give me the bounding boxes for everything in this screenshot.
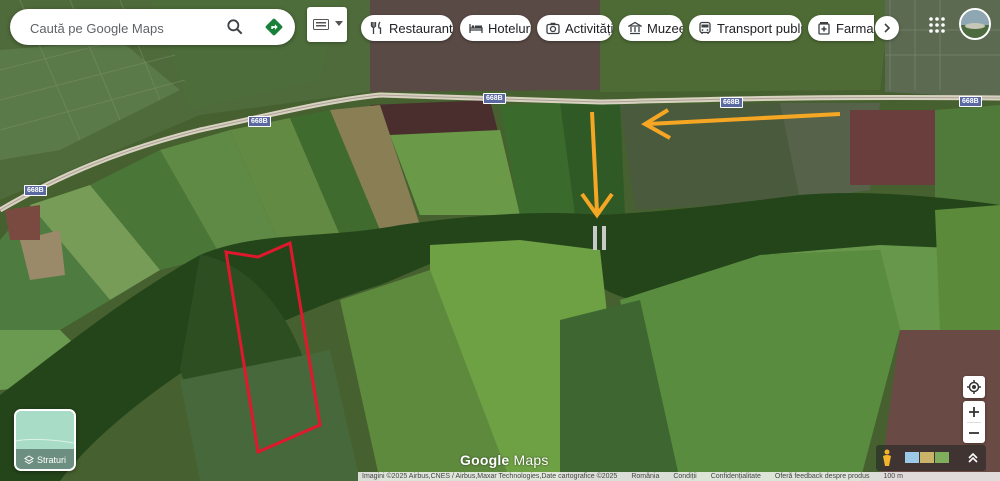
pharmacy-icon	[818, 22, 830, 35]
museum-icon	[628, 21, 642, 35]
input-tools-button[interactable]	[307, 7, 347, 42]
avatar-image	[961, 10, 989, 38]
chip-label: Restaurante	[389, 20, 453, 36]
road-label: 668B	[720, 97, 743, 108]
search-box	[10, 9, 295, 47]
chip-label: Hoteluri	[488, 20, 531, 36]
chip-pharmacies[interactable]: Farmacii	[808, 15, 874, 41]
chevron-right-icon	[884, 23, 891, 33]
chips-scroll-right-button[interactable]	[875, 16, 899, 40]
google-maps-logo: Google Maps	[460, 452, 549, 468]
chip-label: Muzee	[647, 20, 683, 36]
zoom-in-icon[interactable]	[968, 406, 980, 418]
chip-label: Farmacii	[836, 20, 874, 36]
my-location-button[interactable]	[963, 376, 985, 398]
country-link[interactable]: România	[631, 473, 659, 480]
chip-label: Activități	[565, 20, 613, 36]
bed-icon	[469, 24, 483, 33]
avatar[interactable]	[959, 8, 991, 40]
layers-button[interactable]: Straturi	[14, 409, 76, 471]
scale-bar[interactable]: 100 m	[883, 473, 902, 480]
layers-label-row: Straturi	[16, 455, 74, 465]
chip-restaurants[interactable]: Restaurante	[361, 15, 453, 41]
chip-museums[interactable]: Muzee	[619, 15, 683, 41]
layers-icon	[24, 455, 34, 465]
chip-hotels[interactable]: Hoteluri	[460, 15, 531, 41]
location-target-icon	[967, 380, 981, 394]
apps-grid-icon[interactable]	[928, 16, 946, 34]
footer-bar: Imagini ©2025 Airbus,CNES / Airbus,Maxar…	[358, 472, 1000, 481]
chevron-down-icon	[335, 21, 343, 26]
camera-icon	[546, 22, 560, 35]
privacy-link[interactable]: Confidențialitate	[711, 473, 761, 480]
search-icon[interactable]	[225, 17, 245, 37]
fork-knife-icon	[370, 21, 382, 34]
keyboard-icon	[313, 19, 329, 30]
feedback-link[interactable]: Oferă feedback despre produs	[775, 473, 870, 480]
search-input[interactable]	[28, 9, 212, 47]
zoom-control	[963, 401, 985, 443]
directions-icon[interactable]	[263, 16, 285, 38]
bottom-tray	[876, 445, 986, 471]
road-label: 668B	[959, 96, 982, 107]
road-label: 668B	[483, 93, 506, 104]
layers-label: Straturi	[36, 455, 66, 465]
pegman-icon[interactable]	[881, 449, 893, 467]
chip-public-transport[interactable]: Transport public	[689, 15, 802, 41]
chip-label: Transport public	[717, 20, 802, 36]
zoom-divider	[967, 422, 981, 423]
chevrons-up-icon[interactable]	[968, 452, 978, 464]
imagery-thumbnails[interactable]	[905, 452, 949, 463]
imagery-attribution: Imagini ©2025 Airbus,CNES / Airbus,Maxar…	[362, 473, 618, 480]
zoom-out-icon[interactable]	[968, 427, 980, 439]
satellite-map[interactable]	[0, 0, 1000, 481]
road-label: 668B	[24, 185, 47, 196]
logo-google: Google	[460, 452, 510, 468]
bus-icon	[699, 21, 711, 34]
terms-link[interactable]: Condiții	[673, 473, 696, 480]
logo-maps: Maps	[513, 452, 549, 468]
chip-activities[interactable]: Activități	[537, 15, 613, 41]
road-label: 668B	[248, 116, 271, 127]
